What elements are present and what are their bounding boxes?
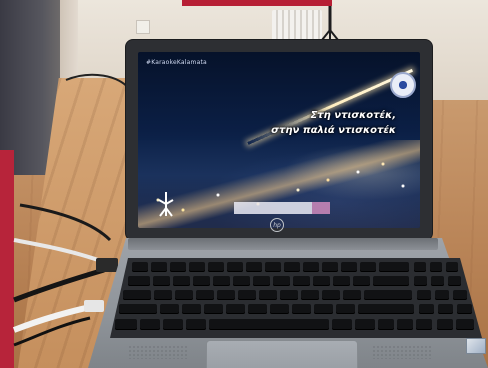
karaoke-hashtag: #KaraokeKalamata: [146, 59, 207, 66]
speaker-grille-left: [128, 345, 188, 359]
touchpad: [206, 340, 358, 368]
lyric-line-2: στην παλιά ντισκοτέκ: [271, 125, 396, 136]
laptop-screen: #KaraokeKalamata Στη ντισκοτέκ, στην παλ…: [138, 52, 420, 228]
laptop-hinge: [128, 238, 438, 250]
caption-band-accent: [312, 202, 330, 214]
figure-icon: [158, 192, 174, 217]
lyric-line-1: Στη ντισκοτέκ,: [310, 110, 396, 121]
laptop-sticker: [466, 338, 486, 354]
caption-band: [234, 202, 312, 214]
keyboard: [110, 258, 482, 338]
night-city-lights: [138, 140, 420, 228]
photo-scene: #KaraokeKalamata Στη ντισκοτέκ, στην παλ…: [0, 0, 488, 368]
laptop-lid: #KaraokeKalamata Στη ντισκοτέκ, στην παλ…: [126, 40, 432, 240]
hp-logo-icon: hp: [270, 218, 284, 232]
speaker-grille-right: [372, 345, 432, 359]
channel-logo-icon: [390, 72, 416, 98]
hp-logo-text: hp: [273, 221, 281, 229]
